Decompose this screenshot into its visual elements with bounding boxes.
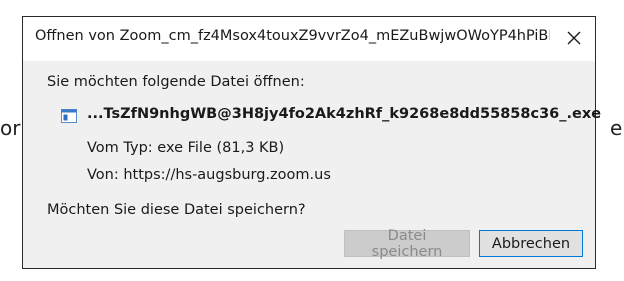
exe-file-icon <box>61 109 77 123</box>
close-icon[interactable] <box>567 31 581 45</box>
open-file-dialog: Öffnen von Zoom_cm_fz4Msox4touxZ9vvrZo4_… <box>22 16 601 269</box>
page: or e Öffnen von Zoom_cm_fz4Msox4touxZ9vv… <box>0 0 624 281</box>
save-question: Möchten Sie diese Datei speichern? <box>47 202 306 218</box>
save-file-button[interactable]: Datei speichern <box>344 228 470 260</box>
cancel-button[interactable]: Abbrechen <box>479 230 583 257</box>
background-text-right: e <box>610 116 623 140</box>
dialog-titlebar: Öffnen von Zoom_cm_fz4Msox4touxZ9vvrZo4_… <box>23 17 595 61</box>
close-button[interactable] <box>561 25 587 51</box>
background-text-left: or <box>0 116 21 140</box>
open-prompt: Sie möchten folgende Datei öffnen: <box>47 74 305 90</box>
file-source-line: Von: https://hs-augsburg.zoom.us <box>87 167 331 183</box>
dialog-title: Öffnen von Zoom_cm_fz4Msox4touxZ9vvrZo4_… <box>35 28 550 44</box>
file-type-line: Vom Typ: exe File (81,3 KB) <box>87 140 285 156</box>
file-name: ...TsZfN9nhgWB@3H8jy4fo2Ak4zhRf_k9268e8d… <box>87 106 602 122</box>
